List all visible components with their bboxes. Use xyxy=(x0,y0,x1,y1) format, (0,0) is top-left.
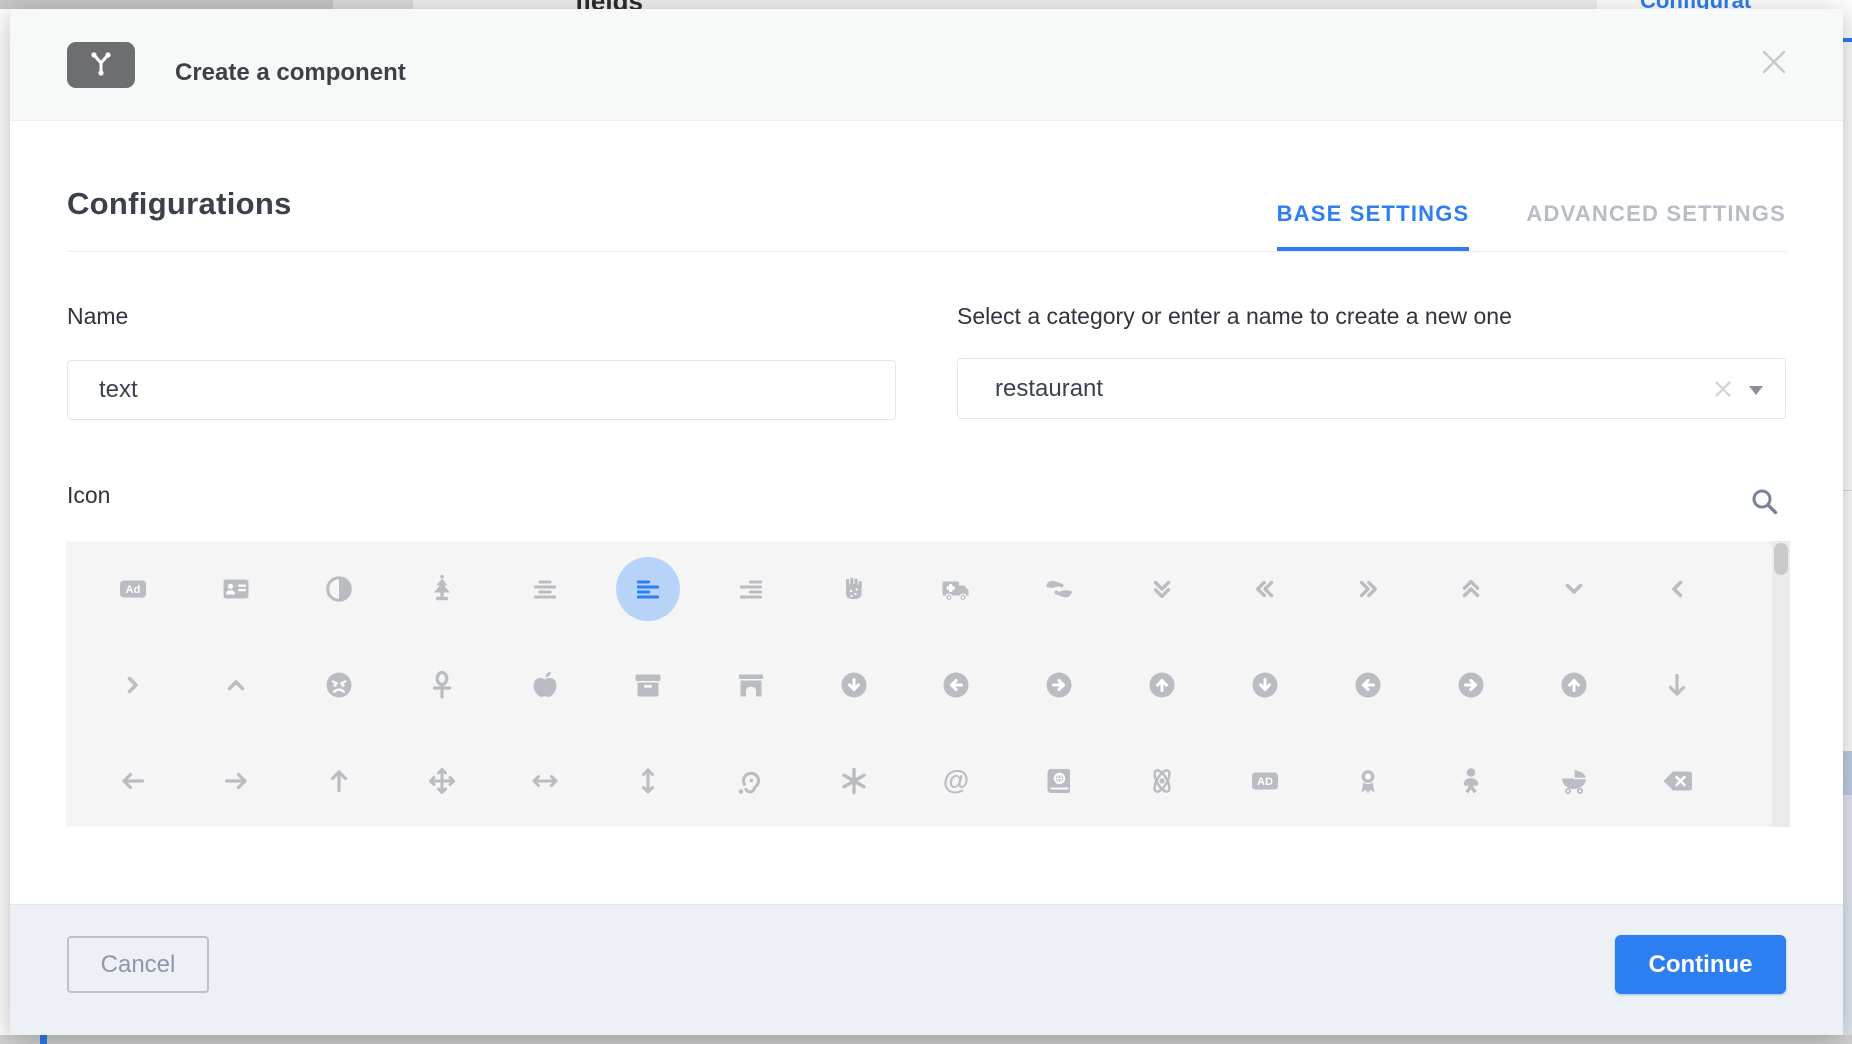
background-accent-fragment xyxy=(40,1035,47,1044)
background-text-fragment: fields xyxy=(575,0,643,9)
background-scrollbar-fragment xyxy=(333,0,413,9)
continue-button[interactable]: Continue xyxy=(1615,935,1786,994)
background-divider-fragment xyxy=(1843,490,1852,491)
icon-ambulance[interactable] xyxy=(905,541,1008,637)
page-title: Configurations xyxy=(67,186,292,222)
icon-align-center[interactable] xyxy=(494,541,597,637)
icon-asterisk[interactable] xyxy=(802,733,905,827)
icon-angle-left[interactable] xyxy=(1625,541,1728,637)
icon-angle-down[interactable] xyxy=(1522,541,1625,637)
dialog-title: Create a component xyxy=(175,59,406,87)
icon-allergies[interactable] xyxy=(802,541,905,637)
icon-baby[interactable] xyxy=(1419,733,1522,827)
category-select[interactable]: restaurant xyxy=(957,358,1786,419)
icon-arrow-up[interactable] xyxy=(288,733,391,827)
icon-arrow-alt-circle-left[interactable] xyxy=(905,637,1008,733)
icon-atlas[interactable] xyxy=(1008,733,1111,827)
tab-advanced-settings[interactable]: ADVANCED SETTINGS xyxy=(1526,201,1786,251)
scrollbar-thumb[interactable] xyxy=(1774,543,1788,575)
icon-address-card[interactable] xyxy=(185,541,288,637)
icon-angle-double-right[interactable] xyxy=(1317,541,1420,637)
icon-award[interactable] xyxy=(1317,733,1420,827)
icon-arrow-circle-left[interactable] xyxy=(1317,637,1420,733)
name-input[interactable] xyxy=(67,360,896,420)
icon-angry[interactable] xyxy=(288,637,391,733)
icon-align-left[interactable] xyxy=(596,541,699,637)
background-panel-fragment xyxy=(1843,795,1852,1035)
icon-angle-double-down[interactable] xyxy=(1111,541,1214,637)
settings-tabs: BASE SETTINGS ADVANCED SETTINGS xyxy=(1277,201,1786,251)
background-page-top-strip: fields Configurat xyxy=(0,0,1852,9)
icon-atom[interactable] xyxy=(1111,733,1214,827)
icon-arrow-left[interactable] xyxy=(82,733,185,827)
background-page-right-strip xyxy=(1843,9,1852,1035)
icon-apple-alt[interactable] xyxy=(494,637,597,733)
dialog-footer: Cancel Continue xyxy=(10,904,1843,1035)
svg-text:AD: AD xyxy=(1257,776,1273,788)
icon-backspace[interactable] xyxy=(1625,733,1728,827)
category-selected-value: restaurant xyxy=(995,375,1103,403)
icon-arrows-alt-h[interactable] xyxy=(494,733,597,827)
screen: fields Configurat Create a component Con… xyxy=(0,0,1852,1044)
background-gray-bar xyxy=(0,0,333,9)
background-page-bottom-strip xyxy=(0,1035,1852,1044)
icon-angle-double-up[interactable] xyxy=(1419,541,1522,637)
icon-baby-carriage[interactable] xyxy=(1522,733,1625,827)
section-divider xyxy=(67,251,1786,252)
search-icon[interactable] xyxy=(1749,486,1779,516)
chevron-down-icon[interactable] xyxy=(1749,386,1763,395)
background-accent-fragment xyxy=(1843,38,1852,42)
icon-grid-rows: Ad @ AD xyxy=(82,541,1728,827)
icon-arrow-right[interactable] xyxy=(185,733,288,827)
icon-audio-description[interactable]: AD xyxy=(1214,733,1317,827)
clear-selection-icon[interactable] xyxy=(1713,379,1733,399)
icon-archway[interactable] xyxy=(699,637,802,733)
icon-arrow-down[interactable] xyxy=(1625,637,1728,733)
component-brand-tile xyxy=(67,42,135,88)
icon-ad[interactable]: Ad xyxy=(82,541,185,637)
icon-adjust[interactable] xyxy=(288,541,391,637)
icon-ankh[interactable] xyxy=(391,637,494,733)
icon-angle-double-left[interactable] xyxy=(1214,541,1317,637)
dialog-header: Create a component xyxy=(10,9,1843,121)
icon-arrows-alt-v[interactable] xyxy=(596,733,699,827)
tab-base-settings[interactable]: BASE SETTINGS xyxy=(1277,201,1470,251)
close-icon[interactable] xyxy=(1762,50,1786,74)
background-link-fragment: Configurat xyxy=(1640,0,1751,9)
icon-arrow-alt-circle-right[interactable] xyxy=(1008,637,1111,733)
icon-arrows-alt[interactable] xyxy=(391,733,494,827)
create-component-dialog: Create a component Configurations BASE S… xyxy=(10,9,1843,1035)
icon-arrow-alt-circle-up[interactable] xyxy=(1111,637,1214,733)
icon-grid-scrollbar[interactable] xyxy=(1772,541,1790,827)
background-panel-fragment xyxy=(1843,751,1852,795)
icon-arrow-circle-right[interactable] xyxy=(1419,637,1522,733)
category-label: Select a category or enter a name to cre… xyxy=(957,303,1512,330)
icon-angle-up[interactable] xyxy=(185,637,288,733)
icon-arrow-alt-circle-down[interactable] xyxy=(802,637,905,733)
svg-text:Ad: Ad xyxy=(126,584,141,596)
icon-at[interactable]: @ xyxy=(905,733,1008,827)
icon-arrow-circle-up[interactable] xyxy=(1522,637,1625,733)
icon-align-right[interactable] xyxy=(699,541,802,637)
icon-arrow-circle-down[interactable] xyxy=(1214,637,1317,733)
icon-assistive-listening-systems[interactable] xyxy=(699,733,802,827)
icon-section-label: Icon xyxy=(67,482,110,509)
svg-text:@: @ xyxy=(943,765,969,795)
cancel-button[interactable]: Cancel xyxy=(67,936,209,993)
icon-angle-right[interactable] xyxy=(82,637,185,733)
branch-icon xyxy=(84,46,118,85)
icon-archive[interactable] xyxy=(596,637,699,733)
name-label: Name xyxy=(67,303,128,330)
icon-picker-grid: Ad @ AD xyxy=(66,541,1790,827)
icon-american-sign-language-interpreting[interactable] xyxy=(1008,541,1111,637)
icon-air-freshener[interactable] xyxy=(391,541,494,637)
